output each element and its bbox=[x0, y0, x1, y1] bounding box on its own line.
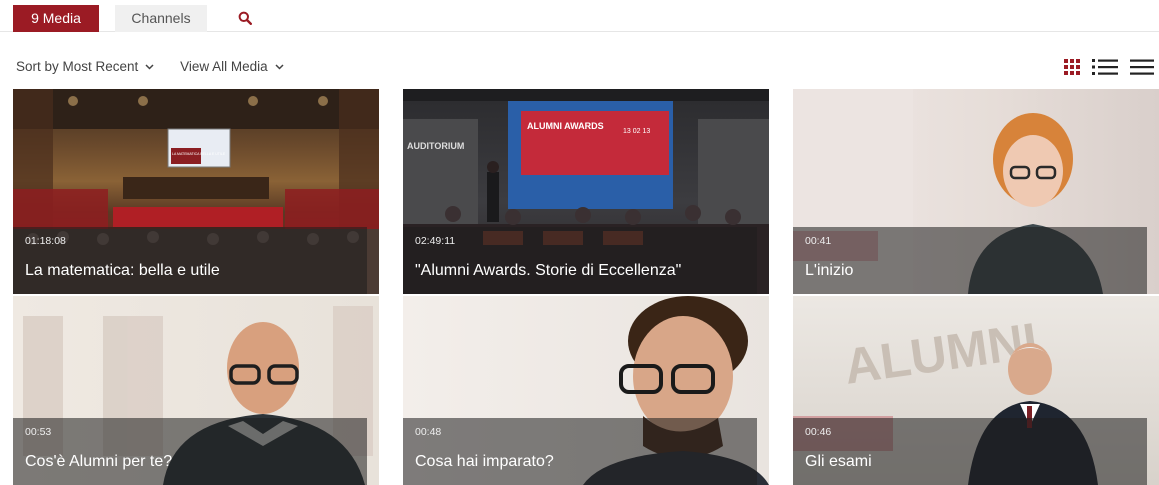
media-title: Gli esami bbox=[805, 453, 872, 470]
media-title: Cos'è Alumni per te? bbox=[25, 453, 173, 470]
sort-label: Sort by Most Recent bbox=[16, 59, 139, 74]
media-card[interactable]: AUDITORIUM ALUMNI AWARDS 13 02 13 02:49:… bbox=[403, 89, 769, 294]
media-card[interactable]: ALUMNI 00:46 Gli esami bbox=[793, 296, 1159, 485]
slide-title: ALUMNI AWARDS bbox=[527, 121, 604, 131]
chevron-down-icon bbox=[145, 63, 154, 70]
duration-label: 01:18:08 bbox=[25, 235, 66, 247]
grid-view-icon[interactable] bbox=[1064, 59, 1080, 75]
slide-date: 13 02 13 bbox=[623, 128, 650, 135]
media-grid: LA MATEMATICA BELLA E UTILE 01:18:08 La … bbox=[13, 89, 1159, 485]
tab-channels[interactable]: Channels bbox=[115, 5, 207, 32]
view-toggles bbox=[1064, 58, 1154, 76]
chevron-down-icon bbox=[275, 63, 284, 70]
duration-label: 02:49:11 bbox=[415, 235, 456, 247]
filter-label: View All Media bbox=[180, 59, 268, 74]
sort-bar: Sort by Most Recent View All Media bbox=[16, 59, 306, 74]
caption-overlay bbox=[13, 227, 367, 294]
media-card[interactable]: LA MATEMATICA BELLA E UTILE 01:18:08 La … bbox=[13, 89, 379, 294]
search-icon bbox=[238, 11, 252, 25]
media-title: La matematica: bella e utile bbox=[25, 262, 220, 279]
media-card[interactable]: 00:41 L'inizio bbox=[793, 89, 1159, 294]
search-button[interactable] bbox=[231, 5, 259, 32]
caption-overlay bbox=[13, 418, 367, 485]
filter-dropdown[interactable]: View All Media bbox=[180, 59, 284, 74]
duration-label: 00:46 bbox=[805, 426, 832, 438]
sort-dropdown[interactable]: Sort by Most Recent bbox=[16, 59, 154, 74]
tab-media[interactable]: 9 Media bbox=[13, 5, 99, 32]
caption-overlay bbox=[403, 227, 757, 294]
media-title: "Alumni Awards. Storie di Eccellenza" bbox=[415, 262, 682, 279]
caption-overlay bbox=[403, 418, 757, 485]
duration-label: 00:48 bbox=[415, 426, 442, 438]
media-title: Cosa hai imparato? bbox=[415, 453, 554, 470]
media-card[interactable]: 00:53 Cos'è Alumni per te? bbox=[13, 296, 379, 485]
caption-overlay bbox=[793, 418, 1147, 485]
duration-label: 00:53 bbox=[25, 426, 52, 438]
tab-bar: 9 Media Channels bbox=[0, 0, 1159, 32]
alumni-wall-text: ALUMNI bbox=[841, 312, 1041, 395]
auditorium-sign: AUDITORIUM bbox=[407, 141, 464, 151]
media-card[interactable]: 00:48 Cosa hai imparato? bbox=[403, 296, 769, 485]
caption-overlay bbox=[793, 227, 1147, 294]
slide-text: LA MATEMATICA BELLA E UTILE bbox=[172, 152, 226, 156]
list-view-icon[interactable] bbox=[1092, 58, 1118, 76]
compact-list-icon[interactable] bbox=[1130, 58, 1154, 76]
duration-label: 00:41 bbox=[805, 235, 832, 247]
media-title: L'inizio bbox=[805, 262, 854, 279]
